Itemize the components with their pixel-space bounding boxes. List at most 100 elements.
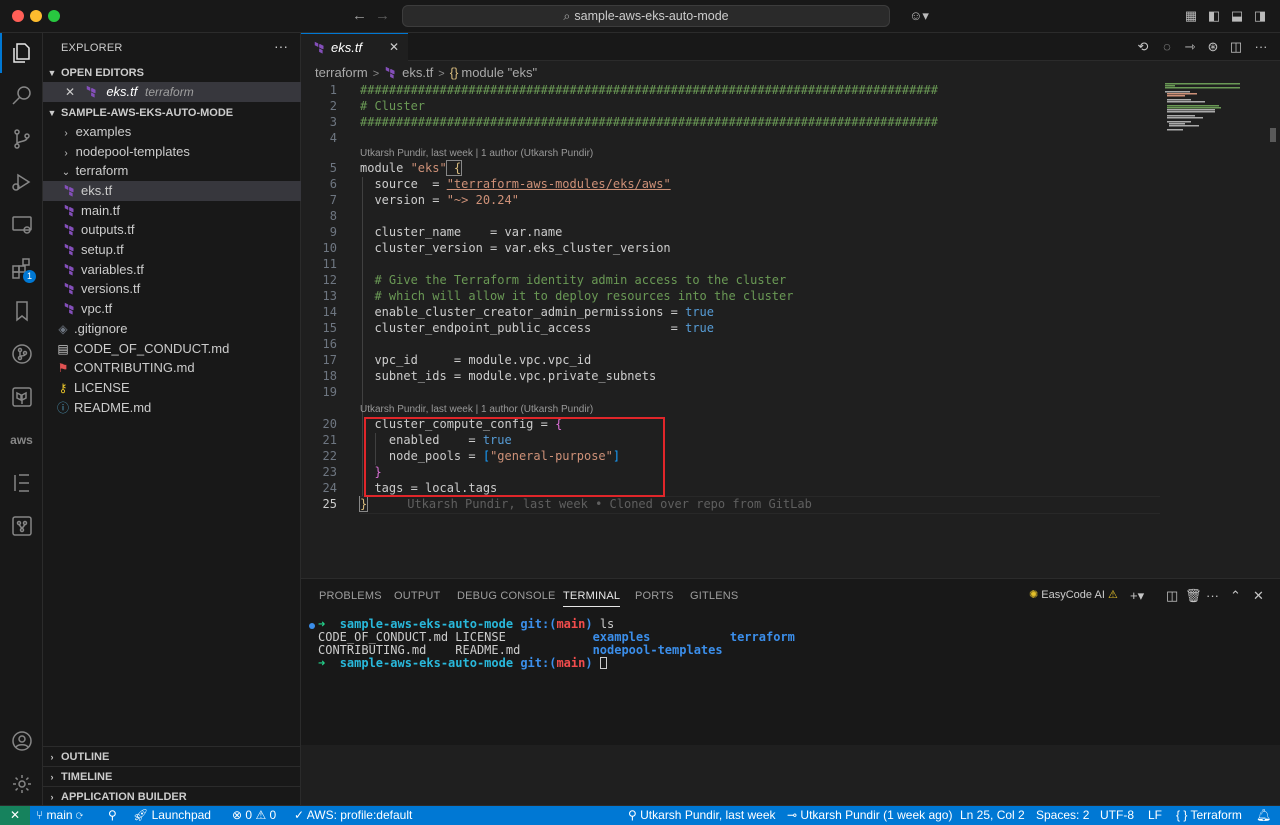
language-mode[interactable]: { } Terraform — [1176, 806, 1242, 825]
tree-file-license[interactable]: ⚷ LICENSE — [43, 378, 301, 398]
tree-file-readme[interactable]: ⓘ README.md — [43, 398, 301, 418]
toggle-secondary-sidebar-icon[interactable]: ◨ — [1252, 8, 1268, 24]
source-control-icon[interactable] — [0, 119, 43, 159]
editor-scrollbar[interactable] — [1270, 128, 1276, 142]
branch-indicator[interactable]: ⑂ main ⟳ — [36, 806, 83, 825]
tab-debug-console[interactable]: DEBUG CONSOLE — [457, 590, 556, 602]
pipeline-icon[interactable] — [0, 506, 43, 546]
remote-explorer-icon[interactable] — [0, 205, 43, 245]
launchpad-button[interactable]: 🚀︎ Launchpad — [133, 806, 211, 825]
tab-problems[interactable]: PROBLEMS — [319, 590, 382, 602]
indentation[interactable]: Spaces: 2 — [1036, 806, 1089, 825]
minimap[interactable] — [1165, 83, 1270, 133]
codelens-blame[interactable]: Utkarsh Pundir, last week | 1 author (Ut… — [360, 148, 593, 159]
braces-icon: { } — [1176, 808, 1188, 822]
contributing-icon: ⚑ — [57, 361, 69, 375]
close-icon[interactable]: ✕ — [65, 85, 75, 99]
commit-indicator[interactable]: ⊸ Utkarsh Pundir (1 week ago) — [787, 806, 952, 825]
tree-folder-examples[interactable]: › examples — [43, 122, 301, 142]
tree-file-variables-tf[interactable]: variables.tf — [43, 260, 301, 280]
tree-file-contributing[interactable]: ⚑ CONTRIBUTING.md — [43, 358, 301, 378]
end-of-line[interactable]: LF — [1148, 806, 1162, 825]
minimize-window-button[interactable] — [30, 10, 42, 22]
toggle-sidebar-icon[interactable]: ◧ — [1206, 8, 1222, 24]
blame-indicator[interactable]: ⚲ Utkarsh Pundir, last week — [628, 806, 776, 825]
remote-indicator-icon[interactable]: ✕ — [0, 806, 30, 825]
close-panel-icon[interactable]: ✕ — [1253, 588, 1264, 604]
terminal-prompt[interactable]: ➜ sample-aws-eks-auto-mode git:(main) — [318, 656, 607, 670]
tab-eks-tf[interactable]: eks.tf ✕ — [301, 33, 408, 61]
previous-change-icon[interactable]: ◌ — [1159, 39, 1175, 55]
cursor-position[interactable]: Ln 25, Col 2 — [960, 806, 1025, 825]
breadcrumb-symbol[interactable]: module "eks" — [461, 65, 537, 80]
gitlens-icon[interactable] — [0, 334, 43, 374]
tree-file-eks-tf[interactable]: eks.tf — [43, 181, 301, 201]
open-editors-header[interactable]: ▼ OPEN EDITORS — [43, 63, 301, 83]
code-line: cluster_name = var.name — [360, 225, 563, 239]
tree-file-setup-tf[interactable]: setup.tf — [43, 240, 301, 260]
problems-indicator[interactable]: ⊗ 0 ⚠ 0 — [232, 806, 276, 825]
bookmark-icon[interactable] — [0, 291, 43, 331]
forward-arrow-icon[interactable]: → — [375, 7, 390, 24]
close-window-button[interactable] — [12, 10, 24, 22]
settings-gear-icon[interactable] — [0, 764, 43, 804]
elastic-icon[interactable] — [0, 463, 43, 503]
git-graph-icon[interactable]: ⚲ — [108, 806, 117, 825]
tree-folder-terraform[interactable]: ⌄ terraform — [43, 161, 301, 181]
back-arrow-icon[interactable]: ← — [352, 7, 367, 24]
next-change-icon[interactable]: ⇾ — [1182, 39, 1198, 55]
encoding[interactable]: UTF-8 — [1100, 806, 1134, 825]
tree-folder-nodepool-templates[interactable]: › nodepool-templates — [43, 142, 301, 162]
tree-file-code-of-conduct[interactable]: ▤ CODE_OF_CONDUCT.md — [43, 339, 301, 359]
split-terminal-icon[interactable]: ◫ — [1166, 588, 1178, 604]
aws-profile-indicator[interactable]: ✓ AWS: profile:default — [294, 806, 412, 825]
aws-icon[interactable]: aws — [0, 420, 43, 460]
open-changes-icon[interactable]: ⟲ — [1135, 39, 1151, 55]
timeline-header[interactable]: › TIMELINE — [43, 766, 301, 786]
search-icon[interactable] — [0, 76, 43, 116]
maximize-panel-icon[interactable]: ⌃ — [1230, 588, 1241, 604]
tab-output[interactable]: OUTPUT — [394, 590, 440, 602]
tree-file-outputs-tf[interactable]: outputs.tf — [43, 220, 301, 240]
tree-file-gitignore[interactable]: ◈ .gitignore — [43, 319, 301, 339]
line-number: 7 — [329, 193, 337, 207]
application-builder-header[interactable]: › APPLICATION BUILDER — [43, 786, 301, 806]
notifications-bell-icon[interactable]: 🔔︎ — [1256, 806, 1271, 825]
easycode-terminal-button[interactable]: ✺ EasyCode AI ⚠ — [1029, 588, 1118, 601]
customize-layout-icon[interactable]: ▦ — [1183, 8, 1199, 24]
account-icon[interactable] — [0, 721, 43, 761]
more-actions-icon[interactable]: ··· — [1206, 588, 1219, 603]
maximize-window-button[interactable] — [48, 10, 60, 22]
project-header[interactable]: ▼ SAMPLE-AWS-EKS-AUTO-MODE — [43, 103, 301, 123]
tree-file-vpc-tf[interactable]: vpc.tf — [43, 299, 301, 319]
breadcrumb-folder[interactable]: terraform — [315, 65, 368, 80]
extensions-icon[interactable]: 1 — [0, 248, 43, 288]
code-line: # Give the Terraform identity admin acce… — [360, 273, 787, 287]
explorer-icon[interactable] — [0, 33, 43, 73]
line-number: 22 — [322, 449, 337, 463]
codelens-blame[interactable]: Utkarsh Pundir, last week | 1 author (Ut… — [360, 404, 593, 415]
new-terminal-icon[interactable]: +▾ — [1130, 588, 1144, 604]
trash-icon[interactable]: 🗑 — [1185, 588, 1202, 604]
terraform-icon[interactable] — [0, 377, 43, 417]
outline-header[interactable]: › OUTLINE — [43, 746, 301, 766]
run-debug-icon[interactable] — [0, 162, 43, 202]
tree-file-main-tf[interactable]: main.tf — [43, 201, 301, 221]
code-line: ########################################… — [360, 83, 938, 97]
command-center-search[interactable]: ⌕ sample-aws-eks-auto-mode — [402, 5, 890, 27]
gitlens-compare-icon[interactable]: ⊛ — [1205, 39, 1221, 55]
more-actions-icon[interactable]: ··· — [274, 38, 288, 54]
breadcrumb-file[interactable]: eks.tf — [402, 65, 433, 80]
close-tab-icon[interactable]: ✕ — [389, 34, 399, 61]
more-actions-icon[interactable]: ··· — [1253, 39, 1269, 55]
code-line: cluster_endpoint_public_access = true — [360, 321, 715, 335]
code-line: enable_cluster_creator_admin_permissions… — [360, 305, 715, 319]
tab-ports[interactable]: PORTS — [635, 590, 674, 602]
copilot-icon[interactable]: ☺▾ — [906, 8, 932, 24]
tree-file-versions-tf[interactable]: versions.tf — [43, 279, 301, 299]
split-editor-icon[interactable]: ◫ — [1228, 39, 1244, 55]
open-editor-eks[interactable]: ✕ eks.tf terraform — [43, 82, 301, 102]
tab-terminal[interactable]: TERMINAL — [563, 590, 621, 607]
tab-gitlens[interactable]: GITLENS — [690, 590, 738, 602]
toggle-panel-icon[interactable]: ⬓ — [1229, 8, 1245, 24]
